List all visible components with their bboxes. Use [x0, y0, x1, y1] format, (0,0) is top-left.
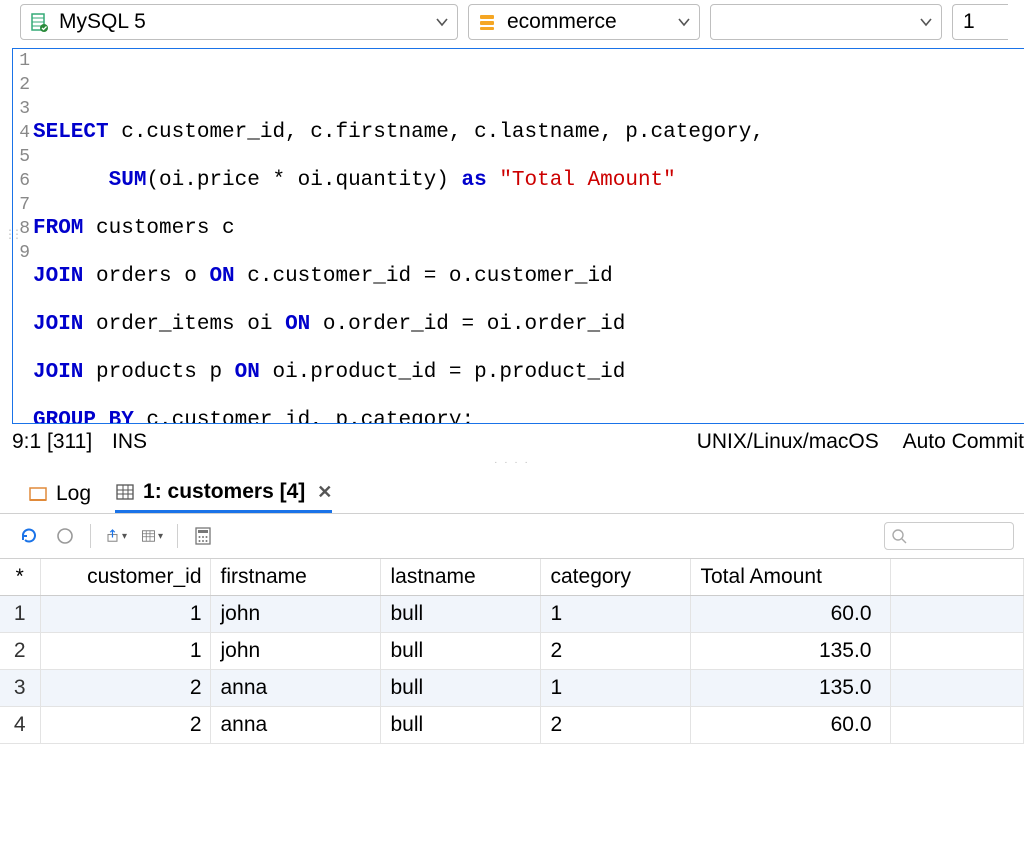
col-category[interactable]: category [540, 559, 690, 596]
grid-search-input[interactable] [884, 522, 1014, 550]
database-icon [29, 12, 49, 32]
limit-box[interactable]: 1 [952, 4, 1008, 40]
insert-mode: INS [112, 430, 147, 453]
schema-label: ecommerce [507, 10, 617, 34]
col-total-amount[interactable]: Total Amount [690, 559, 890, 596]
sql-editor[interactable]: ······ 1 2 3 4 5 6 7 8 9 SELECT c.custom… [12, 48, 1024, 424]
export-icon[interactable]: ▾ [105, 525, 127, 547]
row-marker-header: * [0, 559, 40, 596]
results-table[interactable]: * customer_id firstname lastname categor… [0, 559, 1024, 744]
view-mode-icon[interactable]: ▾ [141, 525, 163, 547]
tab-result-label: 1: customers [4] [143, 480, 305, 504]
col-customer-id[interactable]: customer_id [40, 559, 210, 596]
table-row[interactable]: 3 2 anna bull 1 135.0 [0, 670, 1024, 707]
record-icon[interactable] [54, 525, 76, 547]
col-lastname[interactable]: lastname [380, 559, 540, 596]
db-engine-label: MySQL 5 [59, 10, 146, 34]
db-engine-select[interactable]: MySQL 5 [20, 4, 458, 40]
table-row[interactable]: 4 2 anna bull 2 60.0 [0, 707, 1024, 744]
code-area[interactable]: SELECT c.customer_id, c.firstname, c.las… [33, 49, 1024, 423]
vertical-drag-handle[interactable]: ······ [7, 230, 21, 242]
tab-log[interactable]: Log [28, 478, 91, 513]
table-row[interactable]: 2 1 john bull 2 135.0 [0, 633, 1024, 670]
schema-icon [477, 12, 497, 32]
refresh-icon[interactable] [18, 525, 40, 547]
grid-icon [115, 482, 135, 502]
search-icon [891, 528, 907, 544]
limit-value: 1 [963, 10, 975, 34]
calculator-icon[interactable] [192, 525, 214, 547]
log-icon [28, 484, 48, 504]
result-tabs: Log 1: customers [4] ✕ [0, 470, 1024, 514]
separator [177, 524, 178, 548]
tab-result-1[interactable]: 1: customers [4] ✕ [115, 478, 332, 513]
table-row[interactable]: 1 1 john bull 1 60.0 [0, 596, 1024, 633]
commit-mode: Auto Commit [903, 430, 1024, 453]
chevron-down-icon [435, 15, 449, 29]
close-icon[interactable]: ✕ [317, 482, 332, 503]
grid-toolbar: ▾ ▾ [0, 514, 1024, 559]
editor-status-bar: 9:1 [311] INS UNIX/Linux/macOS Auto Comm… [0, 424, 1024, 460]
separator [90, 524, 91, 548]
line-ending: UNIX/Linux/macOS [697, 430, 879, 453]
chevron-down-icon: ▾ [158, 531, 163, 542]
extra-select[interactable] [710, 4, 942, 40]
chevron-down-icon [919, 15, 933, 29]
connection-toolbar: MySQL 5 ecommerce 1 [0, 0, 1024, 46]
chevron-down-icon: ▾ [122, 531, 127, 542]
horizontal-drag-handle[interactable]: · · · · [0, 460, 1024, 470]
table-header-row: * customer_id firstname lastname categor… [0, 559, 1024, 596]
cursor-position: 9:1 [311] [12, 430, 92, 453]
col-firstname[interactable]: firstname [210, 559, 380, 596]
schema-select[interactable]: ecommerce [468, 4, 700, 40]
chevron-down-icon [677, 15, 691, 29]
tab-log-label: Log [56, 482, 91, 506]
